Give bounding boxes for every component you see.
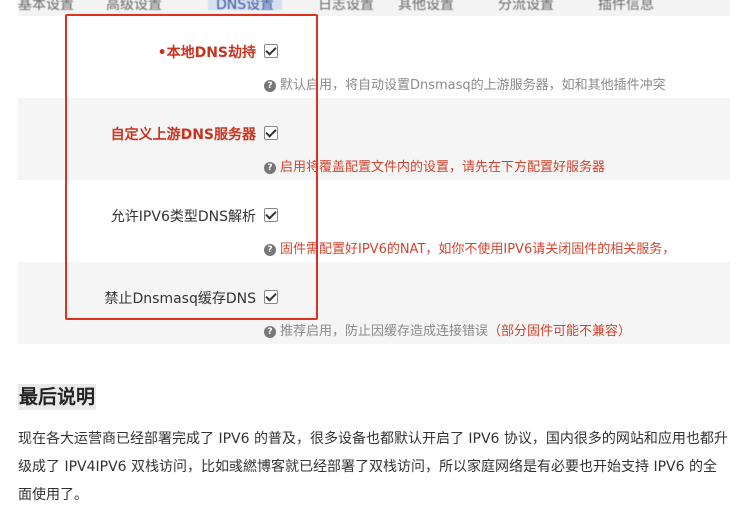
- highlight-box: [65, 14, 318, 320]
- setting-help: ? 推荐启用，防止因缓存造成连接错误（部分固件可能不兼容）: [264, 320, 631, 339]
- tab-basic[interactable]: 基本设置: [18, 0, 74, 13]
- tab-log[interactable]: 日志设置: [318, 0, 374, 13]
- tab-split[interactable]: 分流设置: [498, 0, 554, 13]
- settings-screenshot: 基本设置 高级设置 DNS设置 日志设置 其他设置 分流设置 插件信息 •本地D…: [18, 0, 730, 344]
- tab-dns[interactable]: DNS设置: [208, 0, 283, 13]
- setting-help: ? 固件需配置好IPV6的NAT，如你不使用IPV6请关闭固件的相关服务，: [264, 238, 675, 257]
- help-suffix: （部分固件可能不兼容）: [488, 324, 632, 339]
- setting-help: ? 默认启用，将自动设置Dnsmasq的上游服务器，如和其他插件冲突: [264, 74, 666, 93]
- tab-advanced[interactable]: 高级设置: [106, 0, 162, 13]
- article-paragraph: 现在各大运营商已经部署完成了 IPV6 的普及，很多设备也都默认开启了 IPV6…: [18, 431, 728, 503]
- help-text: 固件需配置好IPV6的NAT，如你不使用IPV6请关闭固件的相关服务，: [280, 242, 676, 257]
- tab-other[interactable]: 其他设置: [398, 0, 454, 13]
- help-text: 推荐启用，防止因缓存造成连接错误: [280, 324, 489, 339]
- help-text: 启用将覆盖配置文件内的设置，请先在下方配置好服务器: [280, 160, 606, 175]
- question-icon: ?: [264, 326, 276, 338]
- section-heading: 最后说明: [18, 384, 97, 410]
- help-text: 默认启用，将自动设置Dnsmasq的上游服务器，如和其他插件冲突: [280, 78, 666, 93]
- tab-plugin-info[interactable]: 插件信息: [598, 0, 654, 13]
